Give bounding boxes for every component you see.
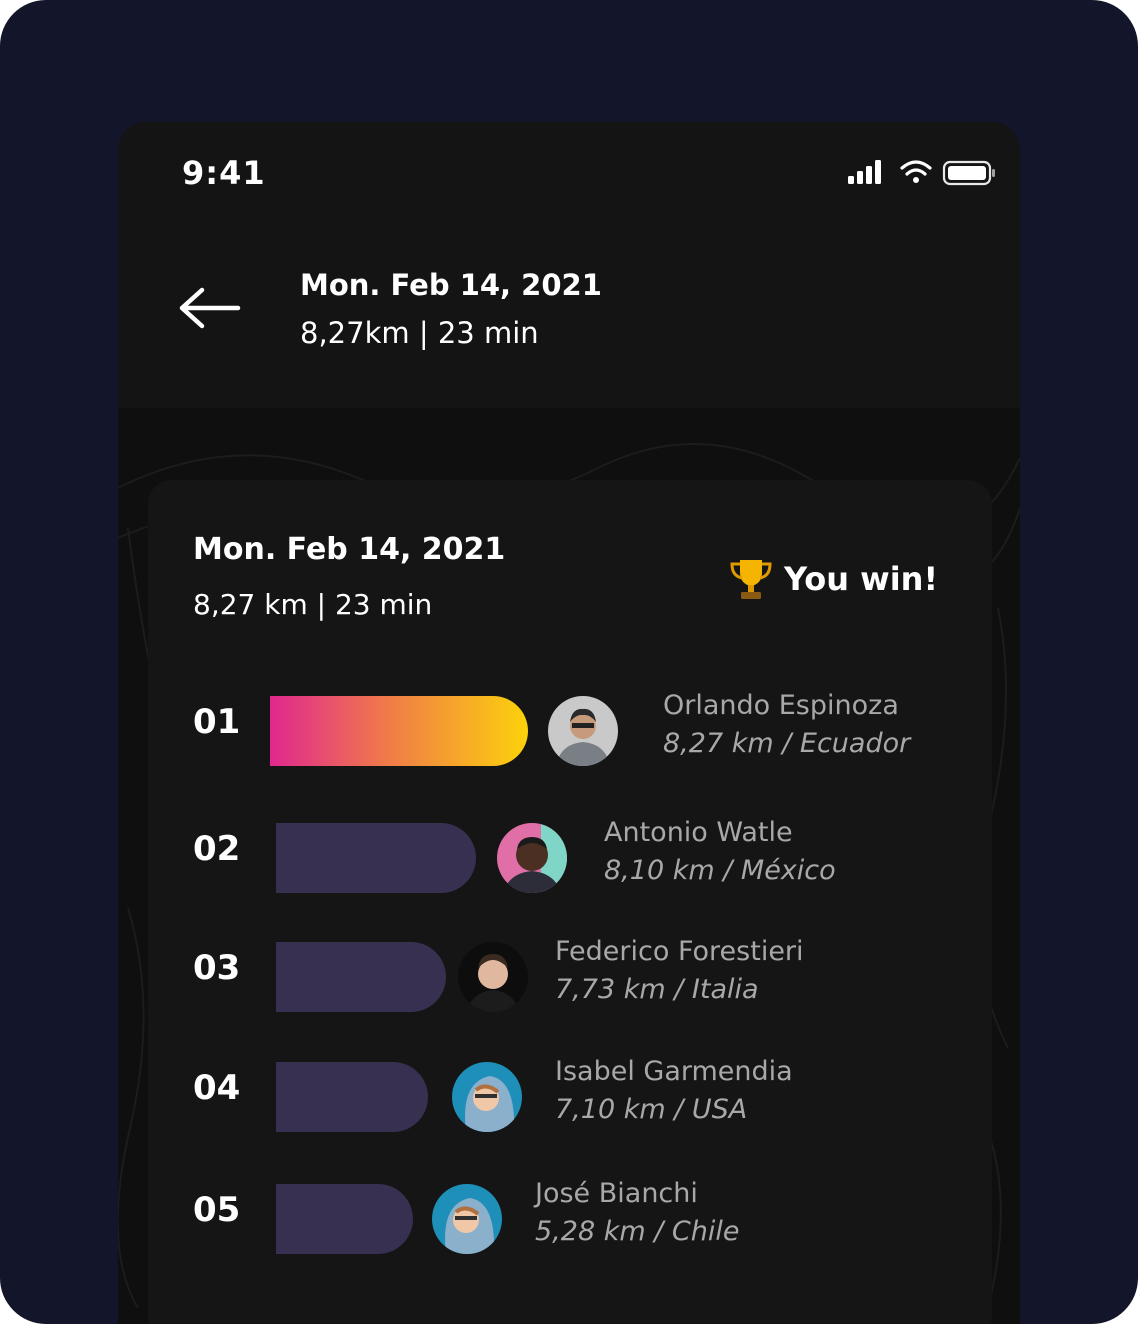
rank-number: 05: [193, 1190, 241, 1230]
battery-icon: [942, 160, 995, 186]
leaderboard-row[interactable]: 05 José Bianchi 5,28 km / Chile: [148, 1174, 992, 1264]
player-name: Isabel Garmendia: [555, 1056, 793, 1087]
avatar[interactable]: [458, 942, 528, 1012]
header-title: Mon. Feb 14, 2021: [300, 268, 602, 302]
wifi-icon: [900, 160, 932, 183]
leaderboard-card: Mon. Feb 14, 2021 8,27 km | 23 min You w…: [148, 480, 992, 1324]
leaderboard-row[interactable]: 02 Antonio Watle 8,10 km / México: [148, 813, 992, 903]
cellular-signal-icon: [848, 160, 881, 184]
top-bar: 9:41 Mon. Feb 14, 2021 8,27km | 23 min: [118, 122, 1020, 408]
phone-screen: 9:41 Mon. Feb 14, 2021 8,27km | 23 min M…: [118, 122, 1020, 1324]
player-name: Antonio Watle: [604, 817, 793, 848]
player-distance-country: 8,27 km / Ecuador: [663, 728, 911, 759]
distance-bar: [276, 1184, 413, 1254]
player-name: José Bianchi: [535, 1178, 698, 1209]
status-time: 9:41: [182, 154, 266, 192]
player-name: Orlando Espinoza: [663, 690, 899, 721]
leaderboard-row[interactable]: 04 Isabel Garmendia 7,10 km / USA: [148, 1052, 992, 1142]
header-subtitle: 8,27km | 23 min: [300, 316, 539, 350]
rank-number: 04: [193, 1068, 241, 1108]
player-distance-country: 7,10 km / USA: [555, 1094, 748, 1125]
distance-bar: [270, 696, 528, 766]
distance-bar: [276, 942, 446, 1012]
rank-number: 03: [193, 948, 241, 988]
avatar[interactable]: [452, 1062, 522, 1132]
player-name: Federico Forestieri: [555, 936, 804, 967]
card-subtitle: 8,27 km | 23 min: [193, 588, 433, 621]
player-distance-country: 8,10 km / México: [604, 855, 836, 886]
distance-bar: [276, 823, 476, 893]
back-arrow-icon[interactable]: [178, 282, 244, 334]
rank-number: 01: [193, 702, 241, 742]
avatar[interactable]: [497, 823, 567, 893]
leaderboard-row[interactable]: 03 Federico Forestieri 7,73 km / Italia: [148, 932, 992, 1022]
player-distance-country: 7,73 km / Italia: [555, 974, 759, 1005]
avatar[interactable]: [432, 1184, 502, 1254]
rank-number: 02: [193, 829, 241, 869]
status-icons: [848, 160, 995, 186]
distance-bar: [276, 1062, 428, 1132]
card-title: Mon. Feb 14, 2021: [193, 532, 506, 567]
player-distance-country: 5,28 km / Chile: [535, 1216, 740, 1247]
win-badge: You win!: [728, 554, 938, 604]
app-frame: 9:41 Mon. Feb 14, 2021 8,27km | 23 min M…: [0, 0, 1138, 1324]
avatar[interactable]: [548, 696, 618, 766]
win-label: You win!: [784, 560, 939, 598]
trophy-icon: [730, 560, 772, 599]
leaderboard-row[interactable]: 01 Orlando Espinoza 8,27 km / Ecuador: [148, 686, 992, 776]
